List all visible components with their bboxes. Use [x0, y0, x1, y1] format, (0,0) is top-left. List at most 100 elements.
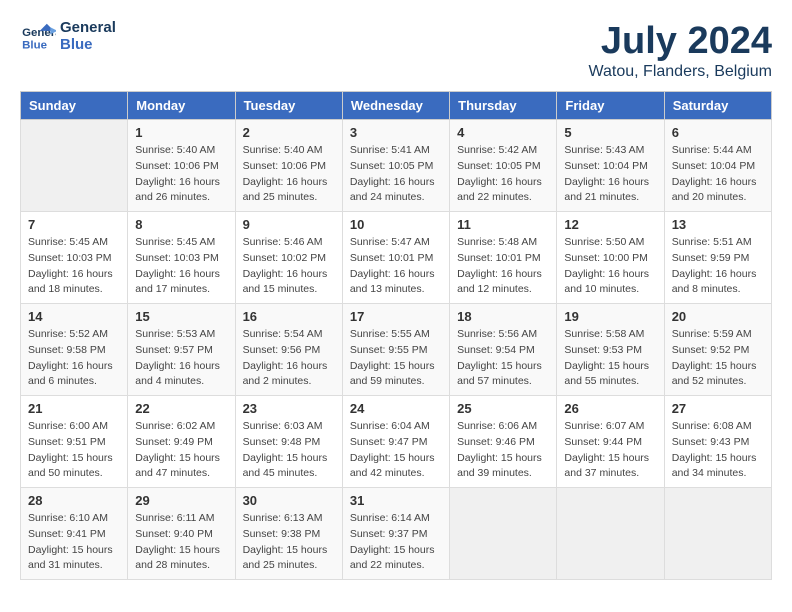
weekday-header: Friday	[557, 92, 664, 120]
calendar-week-row: 28 Sunrise: 6:10 AMSunset: 9:41 PMDayligh…	[21, 488, 772, 580]
day-info: Sunrise: 5:40 AMSunset: 10:06 PMDaylight…	[135, 143, 227, 206]
day-info: Sunrise: 5:52 AMSunset: 9:58 PMDaylight:…	[28, 327, 120, 390]
calendar-cell: 19 Sunrise: 5:58 AMSunset: 9:53 PMDayligh…	[557, 304, 664, 396]
day-number: 22	[135, 401, 227, 416]
day-info: Sunrise: 5:53 AMSunset: 9:57 PMDaylight:…	[135, 327, 227, 390]
day-info: Sunrise: 5:41 AMSunset: 10:05 PMDaylight…	[350, 143, 442, 206]
day-info: Sunrise: 6:14 AMSunset: 9:37 PMDaylight:…	[350, 511, 442, 574]
calendar-week-row: 7Sunrise: 5:45 AMSunset: 10:03 PMDayligh…	[21, 212, 772, 304]
day-info: Sunrise: 5:42 AMSunset: 10:05 PMDaylight…	[457, 143, 549, 206]
page-header: General Blue General Blue July 2024 Wato…	[20, 20, 772, 81]
day-info: Sunrise: 6:11 AMSunset: 9:40 PMDaylight:…	[135, 511, 227, 574]
calendar-table: SundayMondayTuesdayWednesdayThursdayFrid…	[20, 91, 772, 580]
day-number: 15	[135, 309, 227, 324]
weekday-header: Tuesday	[235, 92, 342, 120]
day-number: 11	[457, 217, 549, 232]
day-number: 24	[350, 401, 442, 416]
day-number: 28	[28, 493, 120, 508]
calendar-cell: 16 Sunrise: 5:54 AMSunset: 9:56 PMDayligh…	[235, 304, 342, 396]
calendar-cell: 13Sunrise: 5:51 AMSunset: 9:59 PMDayligh…	[664, 212, 771, 304]
day-number: 17	[350, 309, 442, 324]
day-info: Sunrise: 6:07 AMSunset: 9:44 PMDaylight:…	[564, 419, 656, 482]
day-info: Sunrise: 6:13 AMSunset: 9:38 PMDaylight:…	[243, 511, 335, 574]
calendar-week-row: 1 Sunrise: 5:40 AMSunset: 10:06 PMDayligh…	[21, 120, 772, 212]
day-info: Sunrise: 5:44 AMSunset: 10:04 PMDaylight…	[672, 143, 764, 206]
calendar-cell: 21 Sunrise: 6:00 AMSunset: 9:51 PMDayligh…	[21, 396, 128, 488]
calendar-cell: 25Sunrise: 6:06 AMSunset: 9:46 PMDayligh…	[450, 396, 557, 488]
calendar-cell: 29Sunrise: 6:11 AMSunset: 9:40 PMDayligh…	[128, 488, 235, 580]
calendar-cell	[450, 488, 557, 580]
day-number: 31	[350, 493, 442, 508]
day-number: 10	[350, 217, 442, 232]
day-info: Sunrise: 6:04 AMSunset: 9:47 PMDaylight:…	[350, 419, 442, 482]
day-number: 8	[135, 217, 227, 232]
calendar-cell: 15 Sunrise: 5:53 AMSunset: 9:57 PMDayligh…	[128, 304, 235, 396]
calendar-cell: 9Sunrise: 5:46 AMSunset: 10:02 PMDayligh…	[235, 212, 342, 304]
day-number: 16	[243, 309, 335, 324]
day-info: Sunrise: 5:56 AMSunset: 9:54 PMDaylight:…	[457, 327, 549, 390]
day-info: Sunrise: 5:40 AMSunset: 10:06 PMDaylight…	[243, 143, 335, 206]
day-number: 6	[672, 125, 764, 140]
day-number: 3	[350, 125, 442, 140]
day-info: Sunrise: 6:08 AMSunset: 9:43 PMDaylight:…	[672, 419, 764, 482]
day-info: Sunrise: 5:45 AMSunset: 10:03 PMDaylight…	[28, 235, 120, 298]
day-info: Sunrise: 5:45 AMSunset: 10:03 PMDaylight…	[135, 235, 227, 298]
calendar-week-row: 21 Sunrise: 6:00 AMSunset: 9:51 PMDayligh…	[21, 396, 772, 488]
weekday-header: Wednesday	[342, 92, 449, 120]
day-info: Sunrise: 6:03 AMSunset: 9:48 PMDaylight:…	[243, 419, 335, 482]
calendar-cell	[664, 488, 771, 580]
calendar-cell	[557, 488, 664, 580]
calendar-cell: 12 Sunrise: 5:50 AMSunset: 10:00 PMDaylig…	[557, 212, 664, 304]
logo-icon: General Blue	[20, 22, 56, 52]
day-number: 14	[28, 309, 120, 324]
calendar-cell: 8 Sunrise: 5:45 AMSunset: 10:03 PMDayligh…	[128, 212, 235, 304]
day-number: 12	[564, 217, 656, 232]
weekday-header-row: SundayMondayTuesdayWednesdayThursdayFrid…	[21, 92, 772, 120]
day-info: Sunrise: 6:02 AMSunset: 9:49 PMDaylight:…	[135, 419, 227, 482]
calendar-cell: 22 Sunrise: 6:02 AMSunset: 9:49 PMDayligh…	[128, 396, 235, 488]
calendar-cell: 31 Sunrise: 6:14 AMSunset: 9:37 PMDayligh…	[342, 488, 449, 580]
day-number: 2	[243, 125, 335, 140]
calendar-cell: 24 Sunrise: 6:04 AMSunset: 9:47 PMDayligh…	[342, 396, 449, 488]
calendar-cell: 4Sunrise: 5:42 AMSunset: 10:05 PMDayligh…	[450, 120, 557, 212]
calendar-cell: 7Sunrise: 5:45 AMSunset: 10:03 PMDayligh…	[21, 212, 128, 304]
calendar-cell: 26 Sunrise: 6:07 AMSunset: 9:44 PMDayligh…	[557, 396, 664, 488]
day-info: Sunrise: 5:48 AMSunset: 10:01 PMDaylight…	[457, 235, 549, 298]
day-info: Sunrise: 6:06 AMSunset: 9:46 PMDaylight:…	[457, 419, 549, 482]
day-info: Sunrise: 5:43 AMSunset: 10:04 PMDaylight…	[564, 143, 656, 206]
day-info: Sunrise: 5:51 AMSunset: 9:59 PMDaylight:…	[672, 235, 764, 298]
day-info: Sunrise: 5:50 AMSunset: 10:00 PMDaylight…	[564, 235, 656, 298]
month-year-title: July 2024	[589, 20, 772, 63]
day-info: Sunrise: 5:54 AMSunset: 9:56 PMDaylight:…	[243, 327, 335, 390]
calendar-week-row: 14 Sunrise: 5:52 AMSunset: 9:58 PMDayligh…	[21, 304, 772, 396]
calendar-cell: 1 Sunrise: 5:40 AMSunset: 10:06 PMDayligh…	[128, 120, 235, 212]
weekday-header: Thursday	[450, 92, 557, 120]
svg-text:Blue: Blue	[22, 39, 47, 51]
calendar-cell: 14 Sunrise: 5:52 AMSunset: 9:58 PMDayligh…	[21, 304, 128, 396]
day-number: 5	[564, 125, 656, 140]
calendar-cell: 27 Sunrise: 6:08 AMSunset: 9:43 PMDayligh…	[664, 396, 771, 488]
day-info: Sunrise: 6:10 AMSunset: 9:41 PMDaylight:…	[28, 511, 120, 574]
calendar-cell: 2 Sunrise: 5:40 AMSunset: 10:06 PMDayligh…	[235, 120, 342, 212]
day-info: Sunrise: 5:58 AMSunset: 9:53 PMDaylight:…	[564, 327, 656, 390]
day-info: Sunrise: 6:00 AMSunset: 9:51 PMDaylight:…	[28, 419, 120, 482]
day-number: 21	[28, 401, 120, 416]
day-number: 1	[135, 125, 227, 140]
calendar-cell: 28 Sunrise: 6:10 AMSunset: 9:41 PMDayligh…	[21, 488, 128, 580]
weekday-header: Sunday	[21, 92, 128, 120]
day-number: 27	[672, 401, 764, 416]
day-number: 26	[564, 401, 656, 416]
logo-general: General	[60, 20, 116, 37]
day-info: Sunrise: 5:47 AMSunset: 10:01 PMDaylight…	[350, 235, 442, 298]
calendar-cell: 23 Sunrise: 6:03 AMSunset: 9:48 PMDayligh…	[235, 396, 342, 488]
logo: General Blue General Blue	[20, 20, 116, 53]
calendar-cell: 6 Sunrise: 5:44 AMSunset: 10:04 PMDayligh…	[664, 120, 771, 212]
day-info: Sunrise: 5:55 AMSunset: 9:55 PMDaylight:…	[350, 327, 442, 390]
day-number: 23	[243, 401, 335, 416]
day-number: 19	[564, 309, 656, 324]
calendar-cell: 20Sunrise: 5:59 AMSunset: 9:52 PMDayligh…	[664, 304, 771, 396]
weekday-header: Monday	[128, 92, 235, 120]
weekday-header: Saturday	[664, 92, 771, 120]
day-number: 20	[672, 309, 764, 324]
calendar-cell	[21, 120, 128, 212]
